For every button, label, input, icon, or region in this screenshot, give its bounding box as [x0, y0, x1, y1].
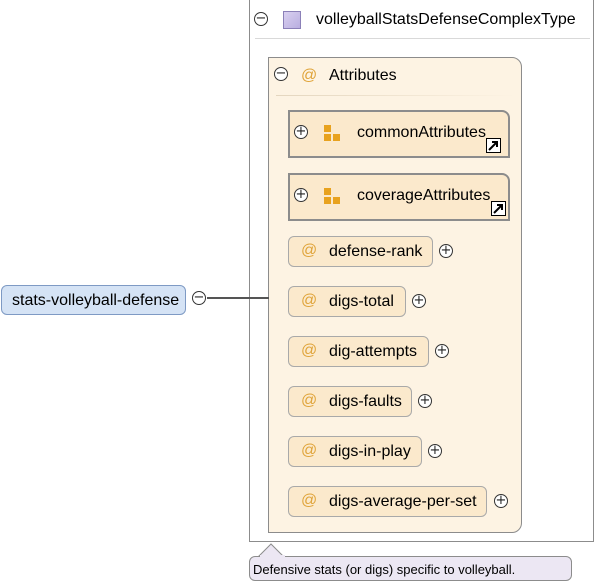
attribute-label: digs-total — [329, 293, 394, 310]
attribute-label: digs-average-per-set — [329, 493, 477, 510]
attribute-expand-toggle[interactable]: + — [412, 294, 426, 308]
complex-type-icon — [283, 11, 301, 29]
attribute-at-icon: @ — [301, 492, 318, 509]
expand-toggle[interactable]: + — [294, 188, 308, 202]
attributes-label: Attributes — [329, 67, 397, 84]
attribute-at-icon: @ — [301, 442, 318, 459]
attribute-label: dig-attempts — [329, 343, 418, 360]
attribute-expand-toggle[interactable]: + — [439, 244, 453, 258]
reference-link-icon[interactable] — [491, 201, 506, 216]
attribute-label: defense-rank — [329, 243, 423, 260]
attribute-at-icon: @ — [301, 242, 318, 259]
attribute-expand-toggle[interactable]: + — [418, 394, 432, 408]
attributes-at-icon: @ — [301, 67, 318, 84]
attribute-label: digs-faults — [329, 393, 402, 410]
attribute-group-ref-label: commonAttributes — [357, 124, 486, 141]
element-collapse-toggle[interactable]: − — [192, 291, 206, 305]
complex-type-divider — [255, 38, 590, 39]
element-label: stats-volleyball-defense — [12, 292, 180, 309]
attribute-group-ref-coverage[interactable]: + coverageAttributes — [288, 173, 510, 221]
attribute-at-icon: @ — [301, 342, 318, 359]
connector-line — [207, 297, 269, 299]
attribute-group-icon — [324, 188, 342, 206]
attribute-at-icon: @ — [301, 392, 318, 409]
doc-callout-joint — [260, 555, 285, 558]
reference-link-icon[interactable] — [486, 138, 501, 153]
attribute-expand-toggle[interactable]: + — [428, 444, 442, 458]
documentation-box: Defensive stats (or digs) specific to vo… — [249, 556, 572, 581]
attribute-dig-attempts[interactable]: @ dig-attempts — [288, 336, 429, 367]
attributes-divider — [276, 95, 516, 96]
attribute-group-icon — [324, 125, 342, 143]
documentation-text: Defensive stats (or digs) specific to vo… — [253, 562, 516, 577]
attribute-label: digs-in-play — [329, 443, 411, 460]
attribute-expand-toggle[interactable]: + — [435, 344, 449, 358]
complex-type-collapse-toggle[interactable]: − — [254, 12, 268, 26]
attribute-defense-rank[interactable]: @ defense-rank — [288, 236, 433, 267]
attribute-digs-total[interactable]: @ digs-total — [288, 286, 406, 317]
element-node[interactable]: stats-volleyball-defense — [1, 285, 186, 315]
attribute-digs-in-play[interactable]: @ digs-in-play — [288, 436, 422, 467]
attribute-group-ref-label: coverageAttributes — [357, 187, 491, 204]
attribute-at-icon: @ — [301, 292, 318, 309]
complex-type-name: volleyballStatsDefenseComplexType — [316, 11, 576, 28]
expand-toggle[interactable]: + — [294, 125, 308, 139]
attribute-group-ref-common[interactable]: + commonAttributes — [288, 110, 510, 158]
attributes-collapse-toggle[interactable]: − — [274, 67, 288, 81]
attribute-digs-average-per-set[interactable]: @ digs-average-per-set — [288, 486, 487, 517]
attribute-digs-faults[interactable]: @ digs-faults — [288, 386, 412, 417]
attribute-expand-toggle[interactable]: + — [494, 494, 508, 508]
